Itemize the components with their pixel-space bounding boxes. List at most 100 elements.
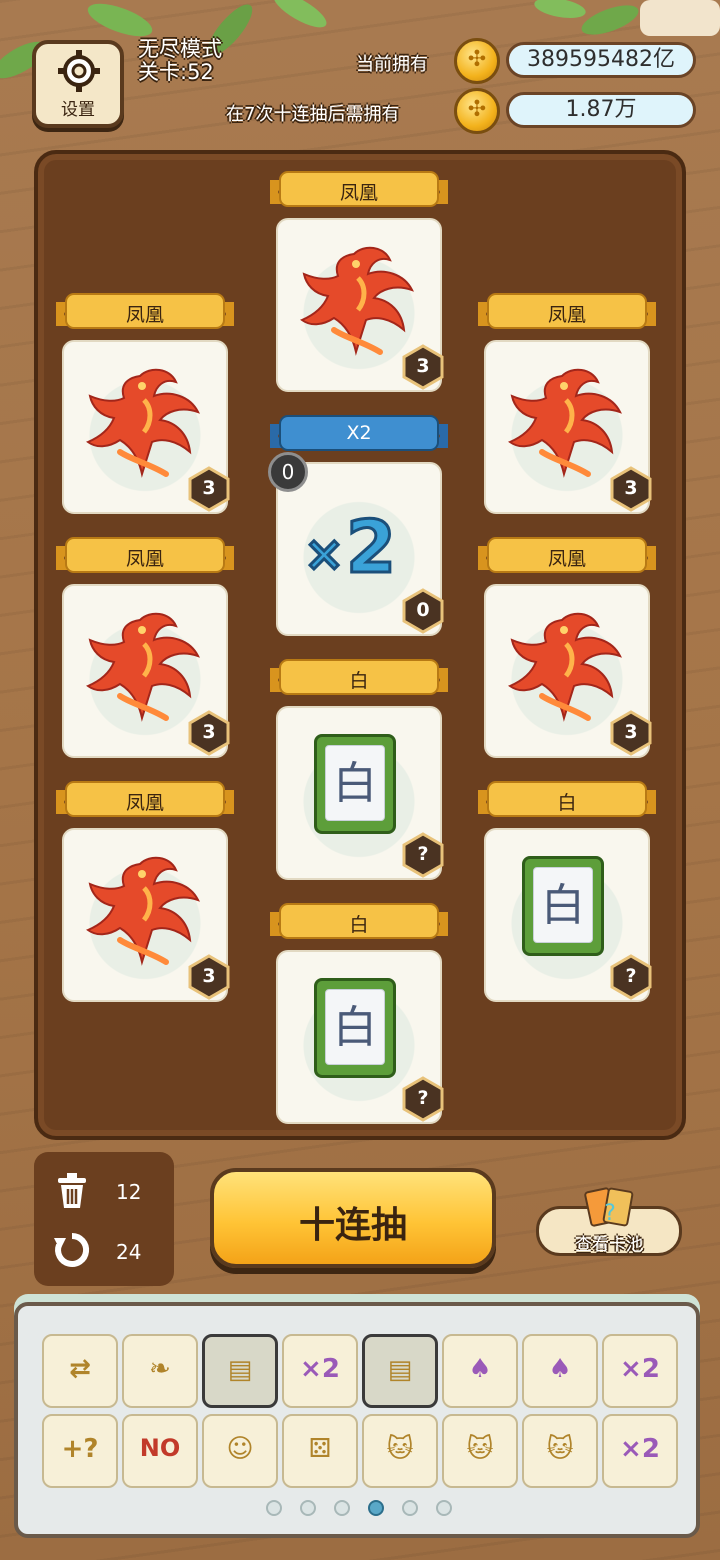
resource-counts: 12 24 <box>34 1152 174 1286</box>
card-phoenix[interactable]: 凤凰 3 <box>478 290 656 516</box>
page-dot[interactable] <box>300 1500 316 1516</box>
inventory-item-phoenix-cards-x2[interactable]: ×2 <box>282 1334 358 1408</box>
owned-label: 当前拥有 <box>356 54 428 75</box>
card-name: X2 <box>346 422 372 444</box>
card-name: 凤凰 <box>125 792 164 814</box>
card-count: 3 <box>416 355 430 377</box>
x2-counter: 0 <box>268 452 308 492</box>
view-pool-button[interactable]: ? 查看卡池 <box>536 1186 682 1258</box>
inventory-item-phoenix-cards-x2[interactable]: ×2 <box>602 1334 678 1408</box>
card-count: ? <box>625 965 637 987</box>
card-count: ? <box>417 843 429 865</box>
card-x2[interactable]: X2 × 2 0 0 <box>268 412 448 638</box>
scroll-icon: ▤ <box>387 1355 413 1385</box>
mode-name: 无尽模式 <box>138 37 222 61</box>
page-dot[interactable] <box>266 1500 282 1516</box>
inventory-item-scroll[interactable]: ▤ <box>362 1334 438 1408</box>
card-name: 白 <box>349 670 369 692</box>
settings-label: 设置 <box>61 100 95 120</box>
dice-icon: ⚄ <box>308 1434 332 1464</box>
coin-icon: ✣ <box>454 88 500 134</box>
tile-glyph: 白 <box>325 989 385 1065</box>
phoenix-cards-icon: ♠ <box>468 1354 492 1384</box>
card-count-badge: 3 <box>188 710 230 756</box>
card-count-badge: 3 <box>610 466 652 512</box>
card-pool-icon: ? <box>584 1187 634 1227</box>
inventory-item-phoenix-cards-x2[interactable]: ×2 <box>602 1414 678 1488</box>
page-dot[interactable] <box>436 1500 452 1516</box>
inventory-item-feather[interactable]: ❧ <box>122 1334 198 1408</box>
tile-glyph: 白 <box>325 745 385 821</box>
card-count: 3 <box>202 477 216 499</box>
card-name: 凤凰 <box>339 182 378 204</box>
card-phoenix[interactable]: 凤凰 3 <box>270 168 448 394</box>
card-name: 凤凰 <box>125 548 164 570</box>
card-count: ? <box>417 1087 429 1109</box>
inventory-item-card-swap[interactable]: ⇄ <box>42 1334 118 1408</box>
card-count-badge: 3 <box>610 710 652 756</box>
inventory-item-lucky-cat[interactable]: 🐱 <box>522 1414 598 1488</box>
card-count: 0 <box>416 599 430 621</box>
card-phoenix[interactable]: 凤凰 3 <box>478 534 656 760</box>
required-label: 在7次十连抽后需拥有 <box>226 104 400 125</box>
gear-icon <box>58 50 100 92</box>
mahjong-tile: 白 <box>314 734 396 834</box>
page-dot[interactable] <box>334 1500 350 1516</box>
card-phoenix[interactable]: 凤凰 3 <box>56 534 234 760</box>
refresh-count: 24 <box>116 1240 142 1264</box>
tile-glyph: 白 <box>533 867 593 943</box>
add-card-icon: +? <box>61 1434 99 1464</box>
card-name: 凤凰 <box>547 304 586 326</box>
card-tile[interactable]: 白 白 ? <box>270 900 448 1126</box>
page-dot[interactable] <box>402 1500 418 1516</box>
card-count-badge: ? <box>610 954 652 1000</box>
inventory-item-lucky-cat[interactable]: 🐱 <box>442 1414 518 1488</box>
level-number: 关卡:52 <box>138 60 214 84</box>
card-tile[interactable]: 白 白 ? <box>270 656 448 882</box>
inventory-item-no-stamp[interactable]: NO <box>122 1414 198 1488</box>
card-count: 3 <box>624 721 638 743</box>
card-count-badge: ? <box>402 1076 444 1122</box>
ten-draw-label: 十连抽 <box>298 1205 407 1246</box>
svg-text:×: × <box>304 526 344 582</box>
no-stamp-icon: NO <box>139 1434 181 1462</box>
card-tile[interactable]: 白 白 ? <box>478 778 656 1004</box>
mahjong-tile: 白 <box>522 856 604 956</box>
lucky-cat-icon: 🐱 <box>386 1434 414 1464</box>
card-phoenix[interactable]: 凤凰 3 <box>56 778 234 1004</box>
phoenix-cards-x2-icon: ×2 <box>620 1434 660 1464</box>
ten-draw-button[interactable]: 十连抽 <box>210 1168 496 1268</box>
card-name: 凤凰 <box>125 304 164 326</box>
refresh-icon[interactable] <box>52 1230 92 1270</box>
inventory-item-phoenix-cards[interactable]: ♠ <box>522 1334 598 1408</box>
card-name: 白 <box>557 792 577 814</box>
card-count-badge: ? <box>402 832 444 878</box>
phoenix-cards-x2-icon: ×2 <box>620 1354 660 1384</box>
settings-button[interactable]: 设置 <box>32 40 124 128</box>
svg-text:?: ? <box>604 1201 616 1226</box>
coin-icon: ✣ <box>454 38 500 84</box>
svg-text:2: 2 <box>346 505 396 589</box>
card-count-badge: 3 <box>188 954 230 1000</box>
card-count: 3 <box>202 721 216 743</box>
inventory-item-phoenix-cards[interactable]: ♠ <box>442 1334 518 1408</box>
card-name: 白 <box>349 914 369 936</box>
phoenix-cards-x2-icon: ×2 <box>300 1354 340 1384</box>
phoenix-cards-icon: ♠ <box>548 1354 572 1384</box>
page-dot[interactable] <box>368 1500 384 1516</box>
scroll-icon: ▤ <box>227 1355 253 1385</box>
inventory-item-hero-group[interactable]: ☺ <box>202 1414 278 1488</box>
owned-value: 389595482亿 <box>506 42 696 78</box>
hero-group-icon: ☺ <box>226 1434 254 1464</box>
card-phoenix[interactable]: 凤凰 3 <box>56 290 234 516</box>
card-count-badge: 3 <box>188 466 230 512</box>
feather-icon: ❧ <box>149 1354 171 1384</box>
inventory-item-dice[interactable]: ⚄ <box>282 1414 358 1488</box>
inventory-item-scroll[interactable]: ▤ <box>202 1334 278 1408</box>
trash-count: 12 <box>116 1180 142 1204</box>
view-pool-label: 查看卡池 <box>575 1235 643 1255</box>
inventory-item-lucky-cat[interactable]: 🐱 <box>362 1414 438 1488</box>
card-count-badge: 3 <box>402 344 444 390</box>
trash-icon[interactable] <box>52 1170 92 1210</box>
inventory-item-add-card[interactable]: +? <box>42 1414 118 1488</box>
